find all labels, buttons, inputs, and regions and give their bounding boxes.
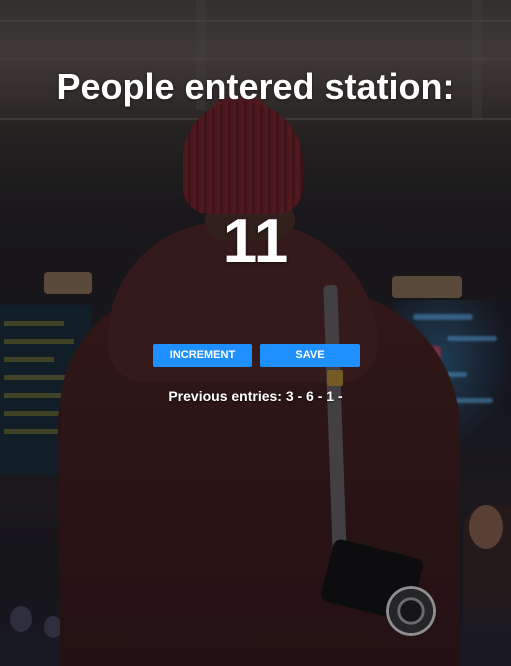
count-display: 11 <box>222 207 289 276</box>
page-title: People entered station: <box>56 66 455 107</box>
counter-panel: People entered station: 11 Increment Sav… <box>0 0 511 666</box>
previous-entries: Previous entries: 3 - 6 - 1 - <box>168 388 343 404</box>
save-button[interactable]: Save <box>260 344 360 367</box>
increment-button[interactable]: Increment <box>153 344 252 367</box>
